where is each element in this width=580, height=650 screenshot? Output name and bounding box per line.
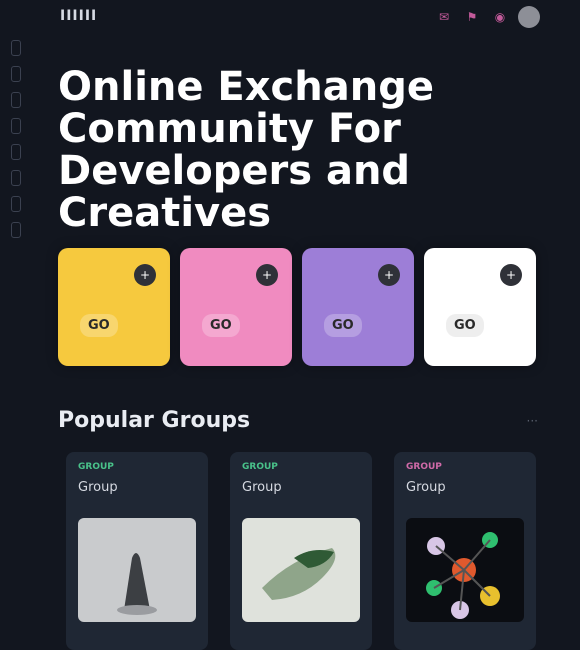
card-label: GO (80, 314, 118, 337)
flag-icon[interactable]: ⚑ (462, 7, 482, 27)
rail-item[interactable] (11, 66, 21, 82)
feature-cards: + GO + GO + GO + GO (58, 248, 536, 366)
rail-item[interactable] (11, 92, 21, 108)
group-name: Group (406, 480, 446, 495)
group-thumbnail (78, 518, 196, 622)
top-actions: ✉ ⚑ ◉ (434, 6, 540, 28)
chat-icon[interactable]: ✉ (434, 7, 454, 27)
groups-list: GROUP Group GROUP Group GROUP Group (66, 452, 536, 650)
rail-item[interactable] (11, 222, 21, 238)
bell-icon[interactable]: ◉ (490, 7, 510, 27)
group-card[interactable]: GROUP Group (66, 452, 208, 650)
group-tag: GROUP (78, 462, 114, 472)
card-label: GO (202, 314, 240, 337)
group-name: Group (78, 480, 118, 495)
group-thumbnail (406, 518, 524, 622)
plus-icon[interactable]: + (134, 264, 156, 286)
section-title: Popular Groups (58, 408, 251, 433)
plus-icon[interactable]: + (500, 264, 522, 286)
feature-card[interactable]: + GO (180, 248, 292, 366)
hero-title: Online Exchange Community For Developers… (58, 64, 434, 236)
rail-item[interactable] (11, 170, 21, 186)
group-tag: GROUP (406, 462, 442, 472)
plus-icon[interactable]: + (378, 264, 400, 286)
card-label: GO (324, 314, 362, 337)
feature-card[interactable]: + GO (424, 248, 536, 366)
group-card[interactable]: GROUP Group (394, 452, 536, 650)
group-card[interactable]: GROUP Group (230, 452, 372, 650)
rail-item[interactable] (11, 196, 21, 212)
plus-icon[interactable]: + (256, 264, 278, 286)
group-name: Group (242, 480, 282, 495)
vase-image (78, 518, 196, 622)
app-logo[interactable]: IIIIII (60, 8, 97, 24)
group-thumbnail (242, 518, 360, 622)
network-image (406, 518, 524, 622)
rail-item[interactable] (11, 144, 21, 160)
sculpture-image (242, 518, 360, 622)
rail-item[interactable] (11, 118, 21, 134)
feature-card[interactable]: + GO (58, 248, 170, 366)
section-more-link[interactable]: ··· (527, 414, 538, 428)
rail-item[interactable] (11, 40, 21, 56)
feature-card[interactable]: + GO (302, 248, 414, 366)
group-tag: GROUP (242, 462, 278, 472)
avatar[interactable] (518, 6, 540, 28)
left-rail (8, 40, 24, 280)
card-label: GO (446, 314, 484, 337)
top-bar: IIIIII ✉ ⚑ ◉ (0, 0, 580, 34)
